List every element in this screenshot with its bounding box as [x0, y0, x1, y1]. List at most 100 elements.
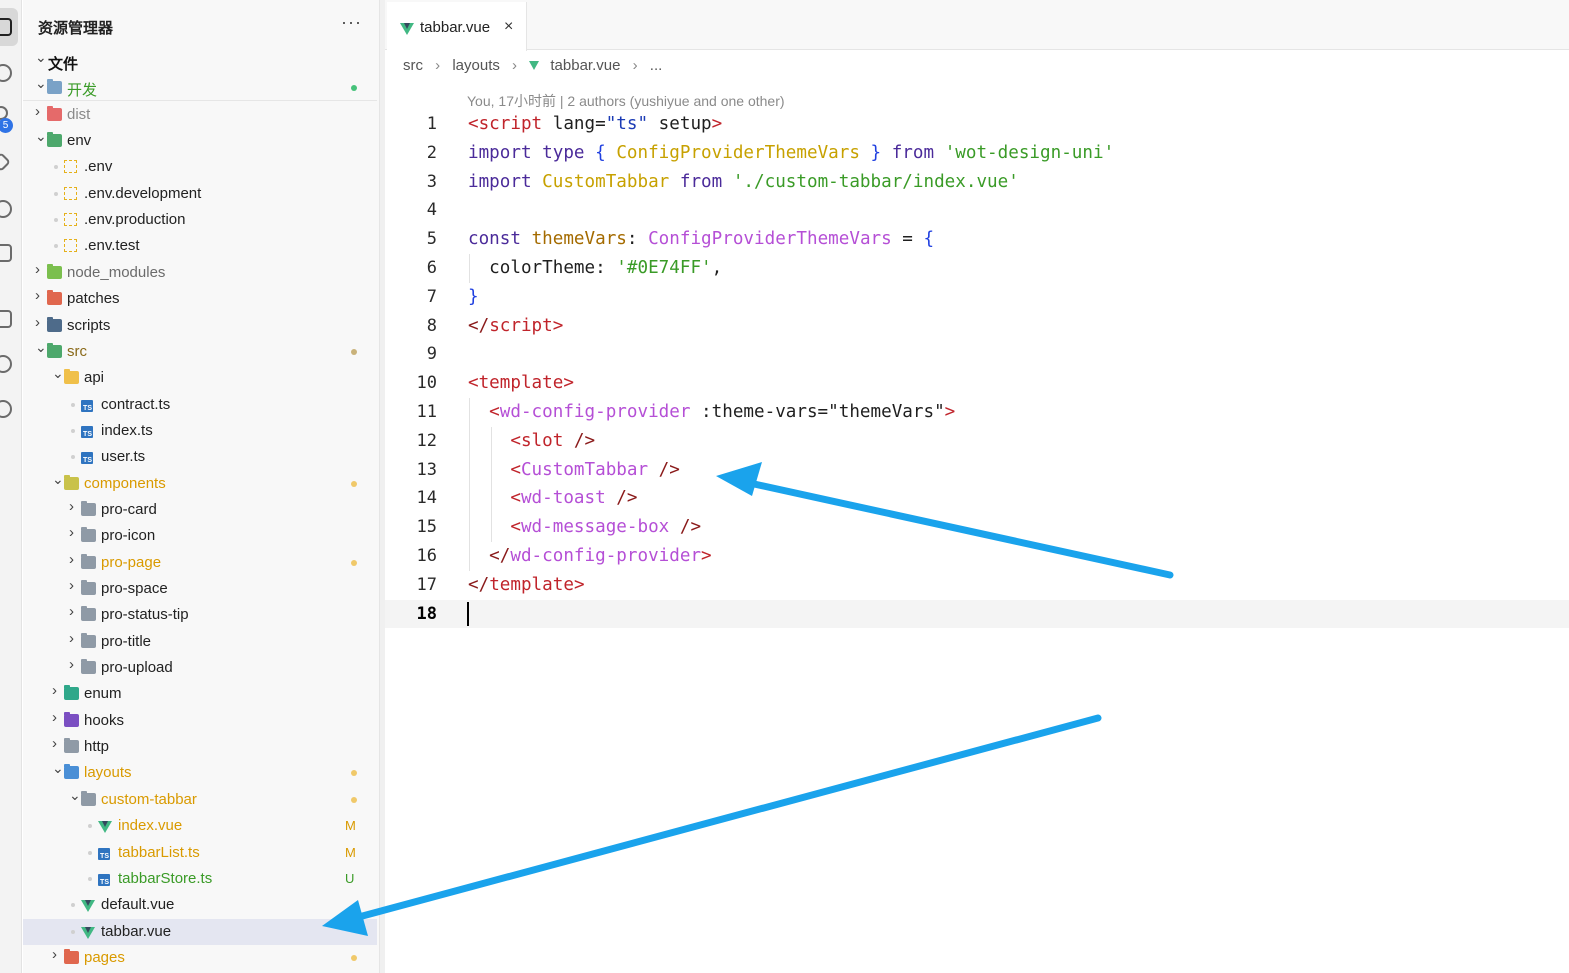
code-line[interactable]: 12 <slot /> — [385, 426, 1569, 456]
tree-folder-row[interactable]: pro-icon — [23, 523, 377, 549]
tree-file-row[interactable]: .env.test — [23, 233, 377, 259]
tree-file-row[interactable]: TS user.ts — [23, 444, 377, 470]
more-actions-icon[interactable]: ··· — [341, 12, 362, 33]
explorer-icon[interactable] — [0, 18, 12, 36]
code-line[interactable]: 18 — [385, 599, 1569, 629]
chevron-down-icon[interactable] — [35, 54, 45, 68]
chevron-right-icon[interactable] — [69, 555, 79, 569]
chevron-right-icon[interactable] — [69, 528, 79, 542]
tree-file-row[interactable]: .env.production — [23, 207, 377, 233]
tree-folder-row[interactable]: pro-page — [23, 550, 377, 576]
chevron-right-icon[interactable] — [35, 265, 45, 279]
chevron-right-icon[interactable] — [35, 291, 45, 305]
chevron-right-icon[interactable] — [35, 107, 45, 121]
folder-icon — [47, 132, 62, 148]
tab-tabbar-vue[interactable]: tabbar.vue × — [387, 2, 527, 51]
chevron-right-icon[interactable] — [52, 713, 62, 727]
tree-file-row[interactable]: TS tabbarList.ts M — [23, 840, 377, 866]
code-line[interactable]: 16 </wd-config-provider> — [385, 541, 1569, 571]
code-line[interactable]: 6 colorTheme: '#0E74FF', — [385, 253, 1569, 283]
tree-folder-row[interactable]: components — [23, 471, 377, 497]
code-line[interactable]: 9 — [385, 340, 1569, 369]
tree-folder-row[interactable]: enum — [23, 681, 377, 707]
folder-icon — [47, 316, 62, 332]
tree-folder-row[interactable]: custom-tabbar — [23, 787, 377, 813]
vue-file-icon — [81, 926, 95, 939]
code-line[interactable]: 5 const themeVars: ConfigProviderThemeVar… — [385, 225, 1569, 254]
tree-folder-row[interactable]: env — [23, 128, 377, 154]
chevron-right-icon[interactable] — [52, 950, 62, 964]
breadcrumb-item-symbols[interactable]: ... — [650, 57, 663, 74]
tree-folder-row[interactable]: 开发 — [23, 75, 377, 101]
tree-folder-row[interactable]: pro-upload — [23, 655, 377, 681]
code-token: { — [923, 229, 935, 250]
breadcrumb-item-layouts[interactable]: layouts — [452, 57, 500, 74]
tree-folder-row[interactable]: patches — [23, 286, 377, 312]
chevron-down-icon[interactable] — [52, 765, 62, 779]
code-line[interactable]: 4 — [385, 196, 1569, 225]
chevron-right-icon[interactable] — [52, 686, 62, 700]
chevron-right-icon[interactable] — [69, 502, 79, 516]
chevron-right-icon[interactable] — [69, 634, 79, 648]
code-line[interactable]: 7} — [385, 283, 1569, 312]
code-line[interactable]: 11 <wd-config-provider :theme-vars="them… — [385, 397, 1569, 427]
run-debug-icon[interactable] — [0, 152, 11, 172]
breadcrumb-item-file[interactable]: tabbar.vue — [550, 57, 620, 74]
close-icon[interactable]: × — [504, 18, 513, 36]
code-editor[interactable]: 1 <script lang="ts" setup> 2 import type { … — [385, 110, 1569, 629]
breadcrumb-item-src[interactable]: src — [403, 57, 423, 74]
tree-folder-row[interactable]: http — [23, 734, 377, 760]
tree-folder-row[interactable]: layouts — [23, 760, 377, 786]
code-line[interactable]: 2 import type { ConfigProviderThemeVars }… — [385, 139, 1569, 168]
tree-folder-row[interactable]: pages — [23, 945, 377, 971]
tree-folder-row[interactable]: hooks — [23, 708, 377, 734]
code-token: slot — [520, 430, 564, 451]
search-icon[interactable] — [0, 64, 12, 82]
chevron-right-icon[interactable] — [69, 607, 79, 621]
tree-folder-row[interactable]: 文件 — [23, 49, 377, 75]
tree-folder-row[interactable]: node_modules — [23, 260, 377, 286]
code-line[interactable]: 13 <CustomTabbar /> — [385, 455, 1569, 485]
tree-folder-row[interactable]: api — [23, 365, 377, 391]
remote-explorer-icon[interactable] — [0, 244, 12, 262]
chevron-down-icon[interactable] — [69, 792, 79, 806]
code-line[interactable]: 15 <wd-message-box /> — [385, 513, 1569, 542]
copilot-icon[interactable] — [0, 400, 12, 418]
tree-folder-row[interactable]: pro-status-tip — [23, 602, 377, 628]
tree-folder-row[interactable]: pro-card — [23, 497, 377, 523]
layout-icon[interactable] — [0, 310, 12, 328]
tree-file-row[interactable]: tabbar.vue — [23, 918, 377, 945]
chevron-down-icon[interactable] — [52, 476, 62, 490]
tree-file-row[interactable]: TS tabbarStore.ts U — [23, 866, 377, 892]
chevron-down-icon[interactable] — [35, 80, 45, 94]
git-blame-codelens[interactable]: You, 17小时前 | 2 authors (yushiyue and one… — [467, 91, 785, 111]
tree-file-row[interactable]: TS contract.ts — [23, 392, 377, 418]
chevron-right-icon[interactable] — [69, 581, 79, 595]
chevron-down-icon[interactable] — [35, 133, 45, 147]
tree-file-row[interactable]: TS index.ts — [23, 418, 377, 444]
chevron-right-icon[interactable] — [52, 739, 62, 753]
chevron-down-icon[interactable] — [52, 370, 62, 384]
code-line[interactable]: 1 <script lang="ts" setup> — [385, 110, 1569, 139]
tree-folder-row[interactable]: dist — [23, 102, 377, 128]
tree-folder-row[interactable]: src — [23, 339, 377, 365]
chevron-right-icon[interactable] — [69, 660, 79, 674]
line-number: 1 — [426, 114, 437, 134]
extensions-icon[interactable] — [0, 200, 12, 218]
code-line[interactable]: 3 import CustomTabbar from './custom-tabb… — [385, 168, 1569, 197]
tree-folder-row[interactable]: pro-space — [23, 576, 377, 602]
chevron-down-icon[interactable] — [35, 344, 45, 358]
indent-dot — [54, 165, 58, 170]
tree-file-row[interactable]: .env — [23, 154, 377, 180]
tree-file-row[interactable]: .env.development — [23, 181, 377, 207]
tree-folder-row[interactable]: pro-title — [23, 629, 377, 655]
code-line[interactable]: 14 <wd-toast /> — [385, 484, 1569, 514]
code-line[interactable]: 17 </template> — [385, 571, 1569, 600]
timeline-icon[interactable] — [0, 355, 12, 373]
tree-file-row[interactable]: default.vue — [23, 892, 377, 918]
code-line[interactable]: 10 <template> — [385, 369, 1569, 398]
tree-file-row[interactable]: index.vue M — [23, 813, 377, 839]
code-line[interactable]: 8 </script> — [385, 312, 1569, 341]
tree-folder-row[interactable]: scripts — [23, 313, 377, 339]
chevron-right-icon[interactable] — [35, 318, 45, 332]
